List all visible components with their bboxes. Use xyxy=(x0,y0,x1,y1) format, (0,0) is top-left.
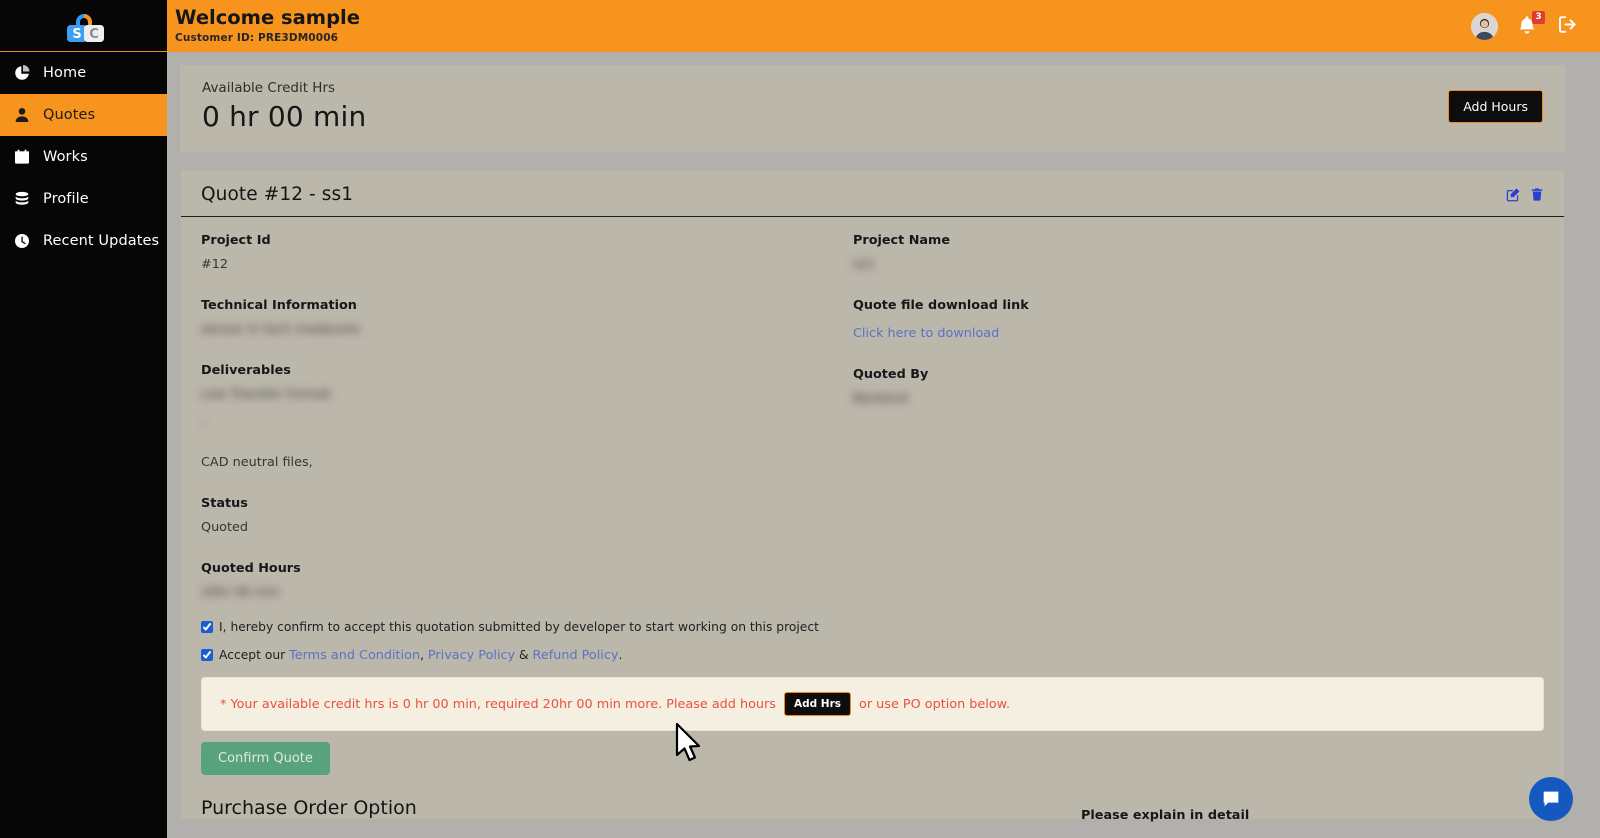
user-icon xyxy=(13,107,30,124)
field-quoted-by: Quoted By Backend xyxy=(853,367,1544,406)
app-root: S C Home Quotes Works Profile Recent Upd… xyxy=(0,0,1600,838)
clock-icon xyxy=(13,233,30,250)
quote-card: Quote #12 - ss1 Project Id #12 Technical… xyxy=(180,170,1565,823)
accept-terms-checkbox[interactable] xyxy=(201,649,213,661)
field-deliverables: Deliverables Low Transfer Format - CAD n… xyxy=(201,363,851,470)
period: . xyxy=(618,648,623,662)
field-value: Backend xyxy=(853,391,908,406)
chat-bubble-icon xyxy=(1543,791,1559,807)
svg-text:S: S xyxy=(72,27,81,42)
purchase-order-title: Purchase Order Option xyxy=(201,797,417,819)
accept-terms-label: Accept our Terms and Condition, Privacy … xyxy=(219,648,622,663)
confirm-quote-button[interactable]: Confirm Quote xyxy=(201,742,330,775)
field-quote-file-download: Quote file download link Click here to d… xyxy=(853,298,1544,341)
quote-left-column: Project Id #12 Technical Information sen… xyxy=(201,233,851,620)
field-label: Status xyxy=(201,496,248,511)
field-value: ss1 xyxy=(853,257,875,272)
trash-icon[interactable] xyxy=(1530,187,1544,202)
download-quote-link[interactable]: Click here to download xyxy=(853,326,999,341)
field-label: Project Name xyxy=(853,233,951,248)
customer-id: Customer ID: PRE3DM0006 xyxy=(175,32,339,45)
credit-info: Available Credit Hrs 0 hr 00 min xyxy=(202,80,366,133)
field-label: Quote file download link xyxy=(853,298,1029,313)
field-value: Low Transfer Format xyxy=(201,387,331,402)
field-label: Technical Information xyxy=(201,298,357,313)
sidebar-item-label: Home xyxy=(43,65,87,81)
notification-badge: 3 xyxy=(1532,10,1545,24)
privacy-link[interactable]: Privacy Policy xyxy=(428,648,515,663)
quote-card-actions xyxy=(1506,187,1544,202)
add-hrs-button[interactable]: Add Hrs xyxy=(783,692,852,716)
field-project-name: Project Name ss1 xyxy=(853,233,1544,272)
app-logo[interactable]: S C xyxy=(0,0,167,52)
top-header: Welcome sample Customer ID: PRE3DM0006 3 xyxy=(167,0,1600,52)
notifications-button[interactable]: 3 xyxy=(1517,10,1545,38)
logout-button[interactable] xyxy=(1557,14,1578,39)
header-actions: 3 xyxy=(1471,10,1578,40)
sidebar-item-home[interactable]: Home xyxy=(0,52,167,94)
sidebar: S C Home Quotes Works Profile Recent Upd… xyxy=(0,0,167,838)
consent-confirm-row: I, hereby confirm to accept this quotati… xyxy=(201,620,1544,634)
field-value: Quoted xyxy=(201,520,249,535)
shieldcloud-logo-icon: S C xyxy=(66,13,104,42)
calendar-icon xyxy=(13,149,30,166)
terms-link[interactable]: Terms and Condition xyxy=(289,648,420,663)
sidebar-item-works[interactable]: Works xyxy=(0,136,167,178)
page-content: Available Credit Hrs 0 hr 00 min Add Hou… xyxy=(167,52,1600,838)
field-value: #12 xyxy=(201,257,229,272)
credit-label: Available Credit Hrs xyxy=(202,80,336,96)
avatar[interactable] xyxy=(1471,12,1498,40)
svg-text:C: C xyxy=(89,27,99,42)
quote-card-header: Quote #12 - ss1 xyxy=(181,171,1564,216)
alert-text-before: * Your available credit hrs is 0 hr 00 m… xyxy=(220,696,776,712)
sidebar-item-label: Quotes xyxy=(43,107,96,123)
sidebar-item-recent-updates[interactable]: Recent Updates xyxy=(0,220,167,262)
field-project-id: Project Id #12 xyxy=(201,233,851,272)
field-value: sensor in tech modeume xyxy=(201,322,361,337)
field-quoted-hours: Quoted Hours 20hr 00 min xyxy=(201,561,851,600)
database-icon xyxy=(13,191,30,208)
page-title: Welcome sample xyxy=(175,5,360,29)
field-label: Project Id xyxy=(201,233,271,248)
sidebar-item-quotes[interactable]: Quotes xyxy=(0,94,167,136)
deliverables-note: CAD neutral files, xyxy=(201,455,313,470)
refund-link[interactable]: Refund Policy xyxy=(533,648,619,663)
sidebar-item-label: Recent Updates xyxy=(43,233,160,249)
welcome-block: Welcome sample Customer ID: PRE3DM0006 xyxy=(175,5,360,45)
quote-title: Quote #12 - ss1 xyxy=(201,184,354,205)
main-area: Welcome sample Customer ID: PRE3DM0006 3… xyxy=(167,0,1600,838)
quote-fields-grid: Project Id #12 Technical Information sen… xyxy=(201,233,1544,620)
field-label: Quoted By xyxy=(853,367,929,382)
avatar-image xyxy=(1471,12,1498,40)
credit-value: 0 hr 00 min xyxy=(202,100,367,133)
sep2: & xyxy=(515,648,533,662)
field-status: Status Quoted xyxy=(201,496,851,535)
field-label: Deliverables xyxy=(201,363,291,378)
add-hours-button[interactable]: Add Hours xyxy=(1448,90,1543,123)
sidebar-item-label: Profile xyxy=(43,191,89,207)
alert-text-after: or use PO option below. xyxy=(859,696,1011,712)
chat-widget-button[interactable] xyxy=(1529,777,1573,821)
sidebar-item-label: Works xyxy=(43,149,88,165)
pie-chart-icon xyxy=(13,65,30,82)
logout-icon xyxy=(1559,15,1576,33)
sidebar-item-profile[interactable]: Profile xyxy=(0,178,167,220)
field-value: 20hr 00 min xyxy=(201,585,280,600)
po-detail-label: Please explain in detail xyxy=(1081,808,1250,823)
available-credit-card: Available Credit Hrs 0 hr 00 min Add Hou… xyxy=(180,65,1565,152)
consent-accept-row: Accept our Terms and Condition, Privacy … xyxy=(201,648,1544,663)
quote-right-column: Project Name ss1 Quote file download lin… xyxy=(851,233,1544,620)
edit-icon[interactable] xyxy=(1506,187,1521,202)
credit-shortfall-alert: * Your available credit hrs is 0 hr 00 m… xyxy=(201,677,1544,731)
field-label: Quoted Hours xyxy=(201,561,301,576)
field-value-secondary: - xyxy=(201,416,206,431)
sep1: , xyxy=(420,648,428,662)
confirm-quotation-label: I, hereby confirm to accept this quotati… xyxy=(219,620,819,634)
accept-prefix: Accept our xyxy=(219,648,290,662)
field-technical-information: Technical Information sensor in tech mod… xyxy=(201,298,851,337)
sidebar-nav: Home Quotes Works Profile Recent Updates xyxy=(0,52,167,262)
confirm-quotation-checkbox[interactable] xyxy=(201,621,213,633)
quote-details: Project Id #12 Technical Information sen… xyxy=(181,216,1564,823)
